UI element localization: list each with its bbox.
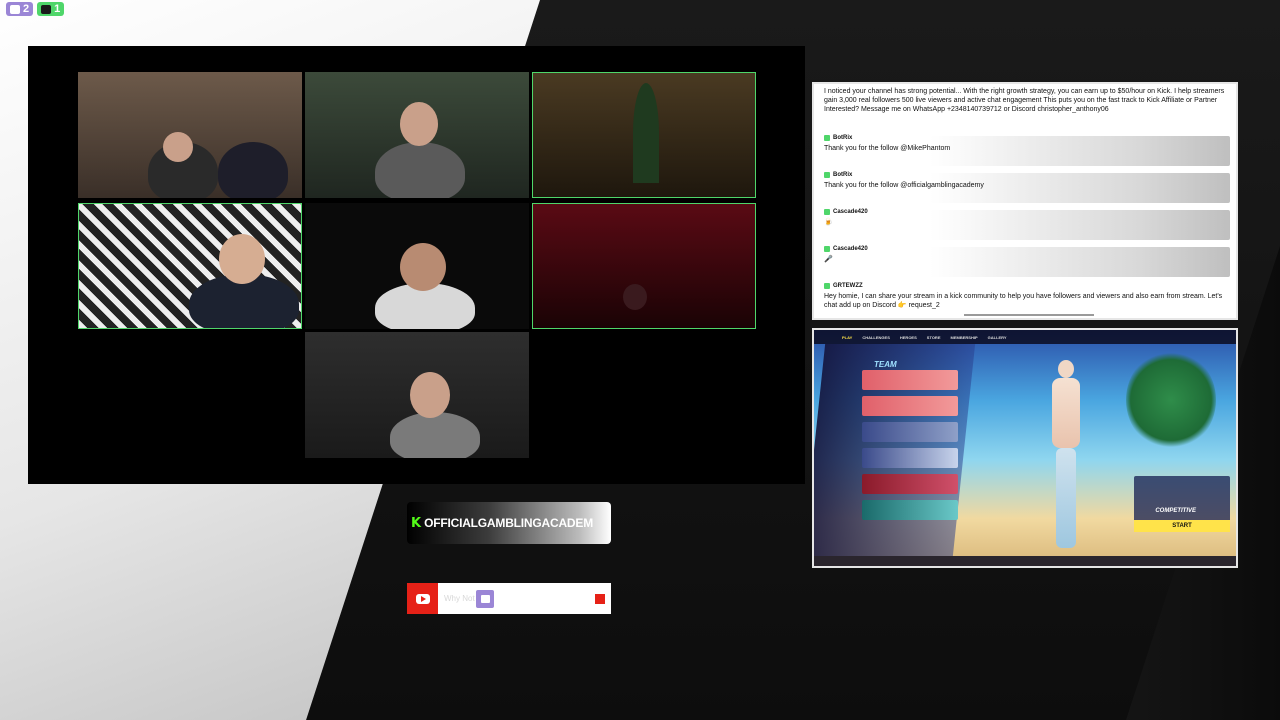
webcam-grid <box>28 46 805 484</box>
chat-message: BotRix Thank you for the follow @officia… <box>814 169 1236 206</box>
record-indicator-icon <box>595 593 605 604</box>
kick-viewer-counter: 1 <box>37 2 65 16</box>
webcam-tile-4 <box>78 203 302 329</box>
team-card <box>862 500 958 520</box>
game-capture: PLAY CHALLENGES HEROES STORE MEMBERSHIP … <box>812 328 1238 568</box>
team-card <box>862 396 958 416</box>
chat-message: Cascade420 🍺 <box>814 206 1236 243</box>
chat-username-row: GRTEWZZ <box>824 283 1228 289</box>
game-nav-play: PLAY <box>842 334 853 340</box>
chat-overlay: I noticed your channel has strong potent… <box>812 82 1238 320</box>
kick-badge-icon <box>824 246 830 252</box>
chat-username: BotRix <box>833 135 853 141</box>
chat-username: Cascade420 <box>833 209 868 215</box>
palm-tree-graphic <box>1126 350 1216 450</box>
game-nav-bar: PLAY CHALLENGES HEROES STORE MEMBERSHIP … <box>814 330 1236 344</box>
twitch-icon <box>476 589 494 608</box>
chat-username: Cascade420 <box>833 246 868 252</box>
chat-text: Hey homie, I can share your stream in a … <box>824 293 1223 309</box>
twitch-viewer-count: 2 <box>23 3 30 15</box>
chat-username-row: Cascade420 <box>824 246 1228 252</box>
viewer-counters: 2 1 <box>6 2 65 16</box>
youtube-icon <box>407 583 438 614</box>
kick-viewer-count: 1 <box>54 3 61 15</box>
game-nav-challenges: CHALLENGES <box>862 334 890 340</box>
channel-name: OFFICIALGAMBLINGACADEM <box>424 516 593 530</box>
team-card <box>862 448 958 468</box>
kick-badge-icon <box>824 209 830 215</box>
start-button: START <box>1134 520 1230 532</box>
webcam-tile-3 <box>532 72 756 198</box>
mode-label: COMPETITIVE <box>1155 508 1196 514</box>
team-card <box>862 370 958 390</box>
hero-character <box>1046 360 1086 550</box>
webcam-tile-6 <box>532 203 756 329</box>
chat-text: 🎤 <box>824 256 833 263</box>
chat-username-row: BotRix <box>824 172 1228 178</box>
chat-scrollbar[interactable] <box>964 314 1094 316</box>
kick-badge-icon <box>824 283 830 289</box>
kick-badge-icon <box>824 135 830 141</box>
chat-text: Thank you for the follow @officialgambli… <box>824 182 984 189</box>
game-nav-store: STORE <box>926 334 941 340</box>
webcam-tile-7 <box>305 332 529 458</box>
twitch-viewer-counter: 2 <box>6 2 34 16</box>
channel-name-plate: K OFFICIALGAMBLINGACADEM <box>407 502 611 544</box>
socials-bar: Why Not <box>407 583 611 614</box>
game-bottom-bar <box>814 556 1236 566</box>
chat-message: Cascade420 🎤 <box>814 243 1236 280</box>
team-card <box>862 474 958 494</box>
chat-username-row: Cascade420 <box>824 209 1228 215</box>
game-nav-membership: MEMBERSHIP <box>950 334 978 340</box>
team-title: TEAM <box>874 360 897 369</box>
socials-text: Why Not <box>444 594 475 603</box>
webcam-tile-2 <box>305 72 529 198</box>
kick-logo-icon: K <box>411 515 422 531</box>
chat-message: BotRix Thank you for the follow @MikePha… <box>814 132 1236 169</box>
game-nav-heroes: HEROES <box>899 334 917 340</box>
chat-text: Thank you for the follow @MikePhantom <box>824 145 951 152</box>
webcam-tile-1 <box>78 72 302 198</box>
team-card <box>862 422 958 442</box>
chat-username: GRTEWZZ <box>833 283 863 289</box>
kick-icon <box>41 4 52 14</box>
webcam-tile-5 <box>305 203 529 329</box>
twitch-icon <box>10 4 20 14</box>
kick-badge-icon <box>824 172 830 178</box>
chat-text: 🍺 <box>824 219 833 226</box>
chat-username-row: BotRix <box>824 135 1228 141</box>
game-nav-gallery: GALLERY <box>987 334 1007 340</box>
chat-message-top: I noticed your channel has strong potent… <box>824 88 1225 113</box>
chat-username: BotRix <box>833 172 853 178</box>
